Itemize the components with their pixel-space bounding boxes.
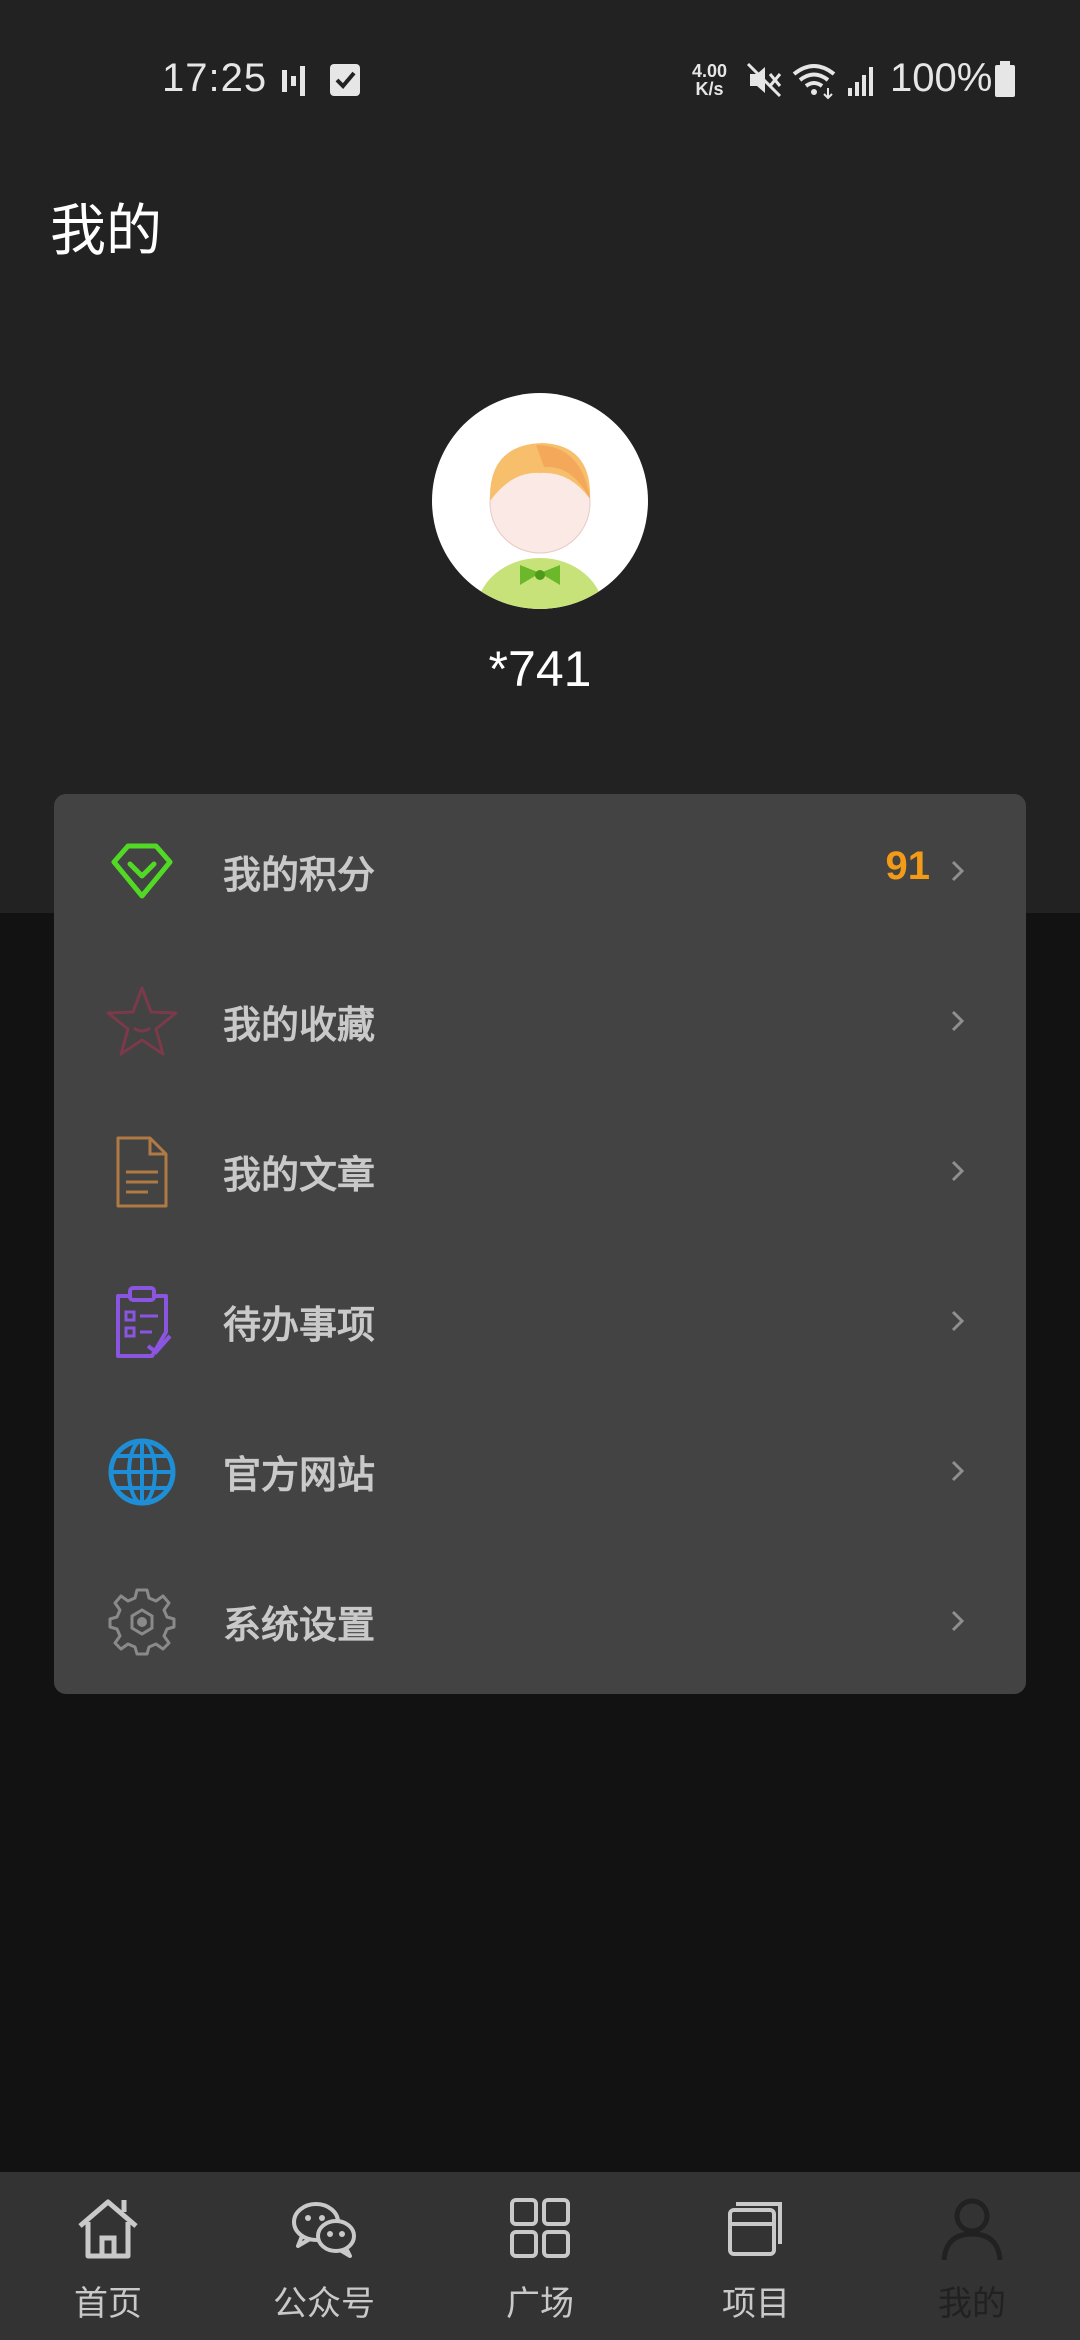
status-bar: 17:25 4.00 K/s 100%: [0, 0, 1080, 160]
home-icon: [78, 2199, 138, 2259]
nav-label: 项目: [722, 2284, 790, 2324]
activity-icon: [282, 66, 305, 96]
menu-item-settings[interactable]: 系统设置: [54, 1544, 1026, 1694]
nav-label: 首页: [74, 2284, 142, 2324]
chevron-right-icon: [951, 1160, 965, 1182]
chevron-right-icon: [951, 860, 965, 882]
page-title: 我的: [50, 199, 162, 264]
chevron-right-icon: [951, 1610, 965, 1632]
bottom-navigation: 首页 公众号 广场 项目 我的: [0, 2172, 1080, 2340]
nav-item-projects[interactable]: 项目: [648, 2172, 864, 2340]
network-speed: 4.00 K/s: [692, 61, 728, 99]
checkbox-notification-icon: [330, 64, 360, 96]
chevron-right-icon: [951, 1310, 965, 1332]
battery-percentage: 100%: [890, 56, 993, 100]
nav-item-wechat[interactable]: 公众号: [216, 2172, 432, 2340]
document-icon: [116, 1136, 168, 1208]
wechat-icon: [292, 2202, 356, 2258]
chevron-right-icon: [951, 1010, 965, 1032]
gear-icon: [108, 1588, 176, 1656]
menu-item-label: 系统设置: [223, 1603, 376, 1647]
menu-item-articles[interactable]: 我的文章: [54, 1094, 1026, 1244]
points-value: 91: [885, 844, 931, 888]
menu-item-label: 官方网站: [223, 1453, 376, 1497]
clipboard-icon: [116, 1286, 172, 1358]
mute-icon: [746, 62, 782, 98]
menu-item-website[interactable]: 官方网站: [54, 1394, 1026, 1544]
nav-label: 广场: [506, 2284, 574, 2324]
menu-item-points[interactable]: 我的积分 91: [54, 794, 1026, 944]
menu-item-label: 我的文章: [223, 1153, 376, 1197]
cellular-signal-icon: [848, 67, 873, 96]
status-time: 17:25: [162, 56, 268, 100]
wifi-icon: [792, 64, 836, 100]
star-icon: [106, 986, 178, 1056]
avatar-illustration-icon: [476, 443, 604, 609]
diamond-icon: [111, 843, 173, 899]
grid-icon: [510, 2198, 570, 2258]
nav-item-home[interactable]: 首页: [0, 2172, 216, 2340]
project-icon: [728, 2202, 782, 2256]
menu-item-label: 待办事项: [223, 1303, 376, 1347]
menu-item-label: 我的收藏: [223, 1003, 376, 1047]
battery-icon: [995, 61, 1015, 97]
nav-label: 公众号: [273, 2284, 375, 2324]
avatar[interactable]: [432, 393, 648, 609]
menu-item-label: 我的积分: [223, 853, 376, 897]
menu-item-favorites[interactable]: 我的收藏: [54, 944, 1026, 1094]
globe-icon: [108, 1438, 176, 1506]
username: *741: [488, 641, 592, 697]
menu-item-todo[interactable]: 待办事项: [54, 1244, 1026, 1394]
chevron-right-icon: [951, 1460, 965, 1482]
menu-card: 我的积分 91 我的收藏 我的文章 待办事项 官方网站 系统设置: [54, 794, 1026, 1694]
user-icon: [941, 2198, 1003, 2261]
nav-item-mine[interactable]: 我的: [864, 2172, 1080, 2340]
nav-label: 我的: [938, 2284, 1006, 2324]
nav-item-square[interactable]: 广场: [432, 2172, 648, 2340]
